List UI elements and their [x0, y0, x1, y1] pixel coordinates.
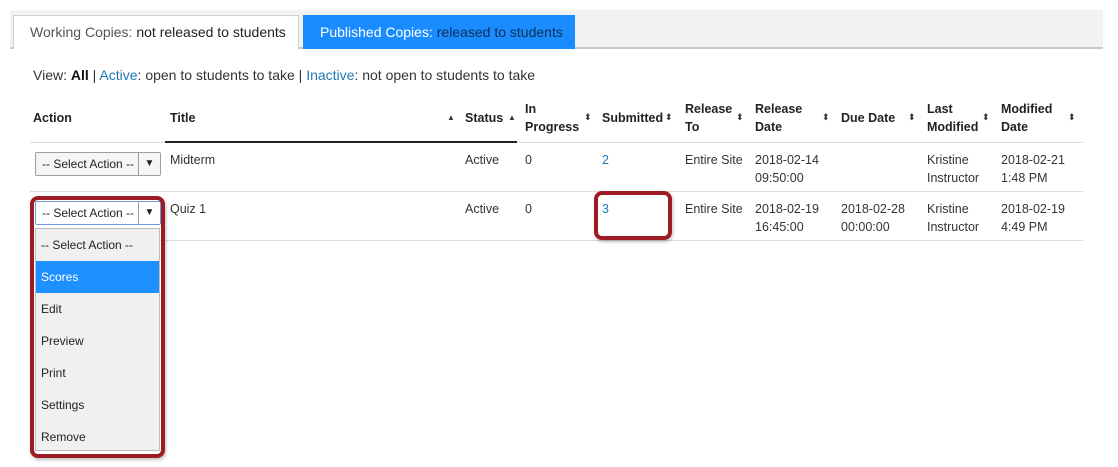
row-modified-date: 2018-02-19 4:49 PM: [1001, 200, 1065, 236]
sort-asc-icon[interactable]: ▲: [447, 113, 455, 122]
header-release-to-line1: Release: [685, 102, 733, 116]
row-title: Quiz 1: [170, 202, 207, 216]
row-due-date: 2018-02-28 00:00:00: [841, 200, 905, 236]
row-modified-date: 2018-02-21 1:48 PM: [1001, 151, 1065, 187]
view-active-desc: : open to students to take: [137, 67, 295, 83]
view-sep-1: |: [88, 67, 100, 83]
row-last-modified-line2: Instructor: [927, 171, 980, 185]
row-release-date: 2018-02-19 16:45:00: [755, 200, 819, 236]
view-active-link[interactable]: Active: [99, 67, 137, 83]
sort-both-icon[interactable]: ⬍: [584, 112, 592, 123]
row-in-progress: 0: [525, 153, 532, 167]
header-modified-date-line2: Date: [1001, 120, 1029, 134]
view-sep-2: |: [294, 67, 307, 83]
tab-published-desc: released to students: [432, 24, 563, 40]
header-submitted[interactable]: Submitted: [602, 109, 663, 127]
row-title: Midterm: [170, 153, 216, 167]
sort-both-icon[interactable]: ⬍: [665, 112, 673, 123]
row-submitted-link[interactable]: 3: [602, 202, 609, 216]
row-release-date: 2018-02-14 09:50:00: [755, 151, 819, 187]
sort-both-icon[interactable]: ⬍: [822, 112, 830, 123]
select-value: -- Select Action --: [42, 206, 135, 220]
view-filter: View: All | Active: open to students to …: [33, 67, 535, 83]
tab-published-label: Published Copies:: [320, 24, 433, 40]
row-release-date-line2: 09:50:00: [755, 171, 804, 185]
header-release-date[interactable]: Release Date: [755, 100, 802, 136]
sort-asc-icon[interactable]: ▲: [508, 113, 516, 122]
row-modified-date-line2: 4:49 PM: [1001, 220, 1048, 234]
tab-working-desc: not released to students: [132, 24, 286, 40]
header-release-to-line2: To: [685, 120, 700, 134]
row-status: Active: [465, 153, 500, 167]
row-release-to: Entire Site: [685, 153, 743, 167]
row-release-date-line1: 2018-02-14: [755, 153, 819, 167]
row-due-date-line1: 2018-02-28: [841, 202, 905, 216]
header-last-modified-line2: Modified: [927, 120, 979, 134]
header-in-progress-line2: Progress: [525, 120, 580, 134]
sort-both-icon[interactable]: ⬍: [982, 112, 990, 123]
row-submitted-link[interactable]: 2: [602, 153, 609, 167]
header-last-modified-line1: Last: [927, 102, 953, 116]
row-modified-date-line1: 2018-02-21: [1001, 153, 1065, 167]
sort-both-icon[interactable]: ⬍: [908, 112, 916, 123]
view-inactive-desc: : not open to students to take: [354, 67, 536, 83]
row-last-modified: Kristine Instructor: [927, 200, 979, 236]
header-in-progress[interactable]: In Progress: [525, 100, 579, 136]
tab-published-copies[interactable]: Published Copies: released to students: [303, 15, 575, 49]
option-print[interactable]: Print: [36, 357, 159, 389]
row-last-modified-line2: Instructor: [927, 220, 980, 234]
header-modified-date-line1: Modified: [1001, 102, 1053, 116]
header-release-date-line1: Release: [755, 102, 803, 116]
view-prefix: View:: [33, 67, 71, 83]
tab-working-label: Working Copies:: [30, 24, 133, 40]
row-release-date-line1: 2018-02-19: [755, 202, 819, 216]
row-in-progress: 0: [525, 202, 532, 216]
row-submitted-cell: 3: [602, 200, 609, 218]
row-action-select-open[interactable]: -- Select Action -- ▼: [35, 201, 161, 225]
row-action-select[interactable]: -- Select Action -- ▼: [35, 152, 161, 176]
row-last-modified-line1: Kristine: [927, 153, 969, 167]
view-inactive-link[interactable]: Inactive: [306, 67, 354, 83]
action-dropdown-list: -- Select Action -- Scores Edit Preview …: [35, 228, 160, 451]
row-release-to: Entire Site: [685, 202, 743, 216]
row-modified-date-line1: 2018-02-19: [1001, 202, 1065, 216]
row-status: Active: [465, 202, 500, 216]
header-title[interactable]: Title: [170, 109, 195, 127]
header-in-progress-line1: In: [525, 102, 537, 116]
row-due-date-line2: 00:00:00: [841, 220, 890, 234]
row-last-modified-line1: Kristine: [927, 202, 969, 216]
header-action: Action: [33, 111, 72, 125]
view-all: All: [70, 67, 89, 83]
tab-bar: Working Copies: not released to students…: [10, 10, 1103, 49]
header-release-to[interactable]: Release To: [685, 100, 732, 136]
select-value: -- Select Action --: [42, 157, 135, 171]
header-status[interactable]: Status: [465, 109, 503, 127]
tab-working-copies[interactable]: Working Copies: not released to students: [13, 15, 299, 49]
option-settings[interactable]: Settings: [36, 389, 159, 421]
option-select-action[interactable]: -- Select Action --: [36, 229, 159, 261]
row-divider: [30, 191, 1083, 192]
row-divider: [30, 240, 1083, 241]
chevron-down-icon: ▼: [138, 153, 160, 175]
option-preview[interactable]: Preview: [36, 325, 159, 357]
header-modified-date[interactable]: Modified Date: [1001, 100, 1052, 136]
header-last-modified[interactable]: Last Modified: [927, 100, 978, 136]
option-remove[interactable]: Remove: [36, 421, 159, 453]
row-modified-date-line2: 1:48 PM: [1001, 171, 1048, 185]
sort-both-icon[interactable]: ⬍: [736, 112, 744, 123]
row-submitted-cell: 2: [602, 151, 609, 169]
header-release-date-line2: Date: [755, 120, 783, 134]
option-edit[interactable]: Edit: [36, 293, 159, 325]
row-release-date-line2: 16:45:00: [755, 220, 804, 234]
sort-both-icon[interactable]: ⬍: [1068, 112, 1076, 123]
row-last-modified: Kristine Instructor: [927, 151, 979, 187]
option-scores[interactable]: Scores: [36, 261, 159, 293]
header-due-date[interactable]: Due Date: [841, 109, 895, 127]
chevron-down-icon: ▼: [138, 202, 160, 224]
title-sort-underline: [165, 141, 517, 143]
